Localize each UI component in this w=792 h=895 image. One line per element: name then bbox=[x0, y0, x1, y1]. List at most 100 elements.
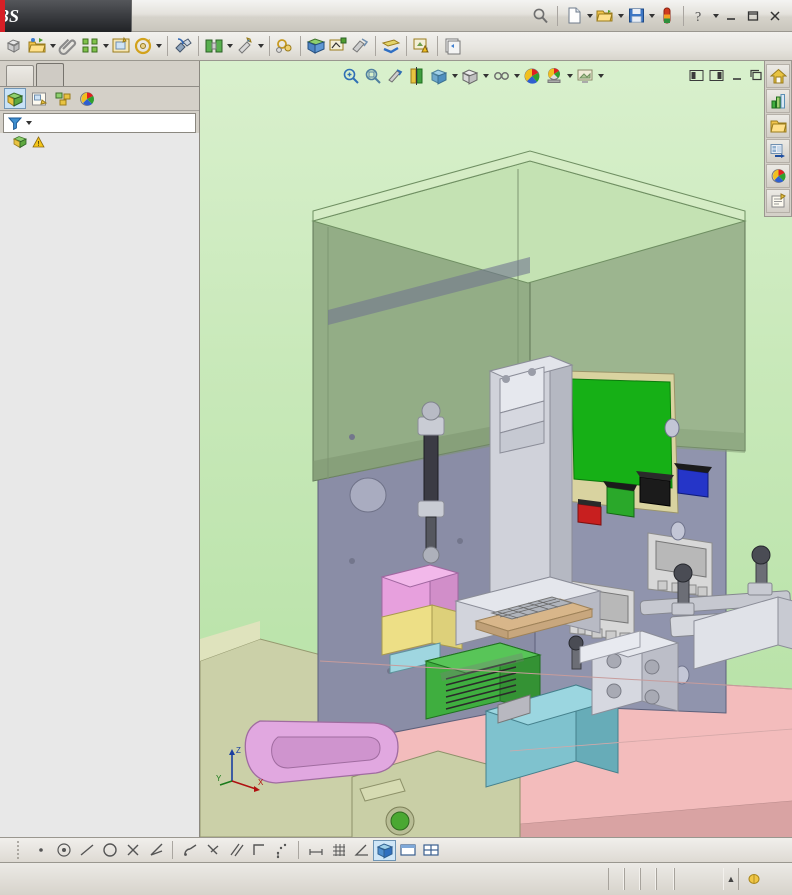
display-manager-tab[interactable] bbox=[76, 88, 98, 109]
zoom-to-area-icon[interactable] bbox=[362, 65, 384, 87]
graphics-viewport[interactable]: Z X Y bbox=[199, 61, 792, 837]
appearances-icon[interactable] bbox=[766, 164, 790, 188]
view-orientation-icon[interactable] bbox=[428, 65, 450, 87]
open-folder-icon[interactable] bbox=[594, 5, 616, 27]
tree-root-row[interactable]: ! bbox=[0, 133, 199, 151]
search-icon[interactable] bbox=[530, 5, 552, 27]
new-motion-study-icon[interactable] bbox=[132, 35, 154, 57]
open-chevron-down-icon[interactable] bbox=[616, 6, 625, 26]
motion-chevron-down-icon[interactable] bbox=[154, 36, 163, 56]
view-settings-chevron-down-icon[interactable] bbox=[596, 66, 605, 86]
feature-manager-tab[interactable] bbox=[4, 88, 26, 109]
help-chevron-down-icon[interactable] bbox=[711, 6, 720, 26]
parallel-icon[interactable] bbox=[224, 840, 247, 861]
tile-right-icon[interactable] bbox=[706, 66, 726, 84]
scene-chevron-down-icon[interactable] bbox=[565, 66, 574, 86]
home-icon[interactable] bbox=[766, 64, 790, 88]
assembly-features-icon[interactable] bbox=[305, 35, 327, 57]
design-library-icon[interactable] bbox=[766, 89, 790, 113]
menu-view[interactable] bbox=[190, 12, 210, 20]
zoom-to-fit-icon[interactable] bbox=[340, 65, 362, 87]
property-manager-tab[interactable] bbox=[28, 88, 50, 109]
rebuild-icon[interactable] bbox=[4, 35, 26, 57]
close-button[interactable] bbox=[764, 6, 786, 26]
angle-icon[interactable] bbox=[144, 840, 167, 861]
menu-file[interactable] bbox=[150, 12, 170, 20]
insert-components-icon[interactable] bbox=[79, 35, 101, 57]
corner-icon[interactable] bbox=[247, 840, 270, 861]
concentric-icon[interactable] bbox=[52, 840, 75, 861]
display-style-icon[interactable] bbox=[459, 65, 481, 87]
restore-doc-icon[interactable] bbox=[746, 66, 766, 84]
linear-pattern-icon[interactable] bbox=[203, 35, 225, 57]
menu-insert[interactable] bbox=[210, 12, 230, 20]
new-part-icon[interactable] bbox=[349, 35, 371, 57]
tangent-icon[interactable] bbox=[178, 840, 201, 861]
minimize-doc-icon[interactable] bbox=[726, 66, 746, 84]
menu-help[interactable] bbox=[270, 12, 290, 20]
menu-edit[interactable] bbox=[170, 12, 190, 20]
tile-left-icon[interactable] bbox=[686, 66, 706, 84]
edit-component-icon[interactable] bbox=[110, 35, 132, 57]
menu-tools[interactable] bbox=[230, 12, 250, 20]
feature-filter-bar[interactable] bbox=[3, 113, 196, 133]
path-icon[interactable] bbox=[270, 840, 293, 861]
apply-scene-icon[interactable] bbox=[543, 65, 565, 87]
mate-icon[interactable] bbox=[172, 35, 194, 57]
status-custom-label[interactable] bbox=[674, 868, 724, 890]
paperclip-icon[interactable] bbox=[57, 35, 79, 57]
sw-tray-icon[interactable] bbox=[746, 872, 762, 886]
filter-chevron-down-icon[interactable] bbox=[24, 113, 33, 133]
dimension-icon[interactable] bbox=[304, 840, 327, 861]
view-palette-icon[interactable] bbox=[766, 139, 790, 163]
line-icon[interactable] bbox=[75, 840, 98, 861]
filter-input[interactable] bbox=[33, 116, 195, 130]
print-icon[interactable] bbox=[656, 5, 678, 27]
view-orientation-chevron-down-icon[interactable] bbox=[450, 66, 459, 86]
previous-view-icon[interactable] bbox=[384, 65, 406, 87]
edit-appearance-icon[interactable] bbox=[521, 65, 543, 87]
minimize-button[interactable] bbox=[720, 6, 742, 26]
open-assembly-icon[interactable] bbox=[26, 35, 48, 57]
display-style-chevron-down-icon[interactable] bbox=[481, 66, 490, 86]
shaded-icon[interactable] bbox=[373, 839, 396, 861]
interference-detection-icon[interactable]: ! bbox=[411, 35, 433, 57]
move-component-icon[interactable] bbox=[274, 35, 296, 57]
insert-components-chevron-down-icon[interactable] bbox=[101, 36, 110, 56]
open-assembly-chevron-down-icon[interactable] bbox=[48, 36, 57, 56]
toolbar-grip[interactable] bbox=[6, 840, 29, 861]
restore-button[interactable] bbox=[742, 6, 764, 26]
save-icon[interactable] bbox=[625, 5, 647, 27]
save-chevron-down-icon[interactable] bbox=[647, 6, 656, 26]
perpendicular-icon[interactable] bbox=[201, 840, 224, 861]
hide-show-chevron-down-icon[interactable] bbox=[512, 66, 521, 86]
hide-show-icon[interactable] bbox=[380, 35, 402, 57]
custom-properties-icon[interactable] bbox=[766, 189, 790, 213]
view-settings-icon[interactable] bbox=[574, 65, 596, 87]
single-view-icon[interactable] bbox=[396, 840, 419, 861]
help-icon[interactable]: ? bbox=[689, 5, 711, 27]
configuration-manager-tab[interactable] bbox=[52, 88, 74, 109]
coincident-icon[interactable] bbox=[121, 840, 144, 861]
feature-tree[interactable]: ! bbox=[0, 133, 199, 855]
angular-dim-icon[interactable] bbox=[350, 840, 373, 861]
separator bbox=[437, 36, 438, 56]
new-document-chevron-down-icon[interactable] bbox=[585, 6, 594, 26]
hide-show-items-icon[interactable] bbox=[490, 65, 512, 87]
fasteners-chevron-down-icon[interactable] bbox=[256, 36, 265, 56]
pattern-chevron-down-icon[interactable] bbox=[225, 36, 234, 56]
reference-geometry-icon[interactable] bbox=[327, 35, 349, 57]
circle-icon[interactable] bbox=[98, 840, 121, 861]
point-icon[interactable] bbox=[29, 840, 52, 861]
smart-fasteners-icon[interactable]: * bbox=[234, 35, 256, 57]
two-view-icon[interactable] bbox=[419, 840, 442, 861]
section-view-icon[interactable] bbox=[406, 65, 428, 87]
status-spin-up-icon[interactable]: ▲ bbox=[724, 874, 738, 884]
file-explorer-icon[interactable] bbox=[766, 114, 790, 138]
grid-icon[interactable] bbox=[327, 840, 350, 861]
tab-sketch[interactable] bbox=[36, 63, 64, 86]
menu-window[interactable] bbox=[250, 12, 270, 20]
new-document-icon[interactable] bbox=[563, 5, 585, 27]
bom-icon[interactable] bbox=[442, 35, 464, 57]
tab-assembly[interactable] bbox=[6, 65, 34, 86]
